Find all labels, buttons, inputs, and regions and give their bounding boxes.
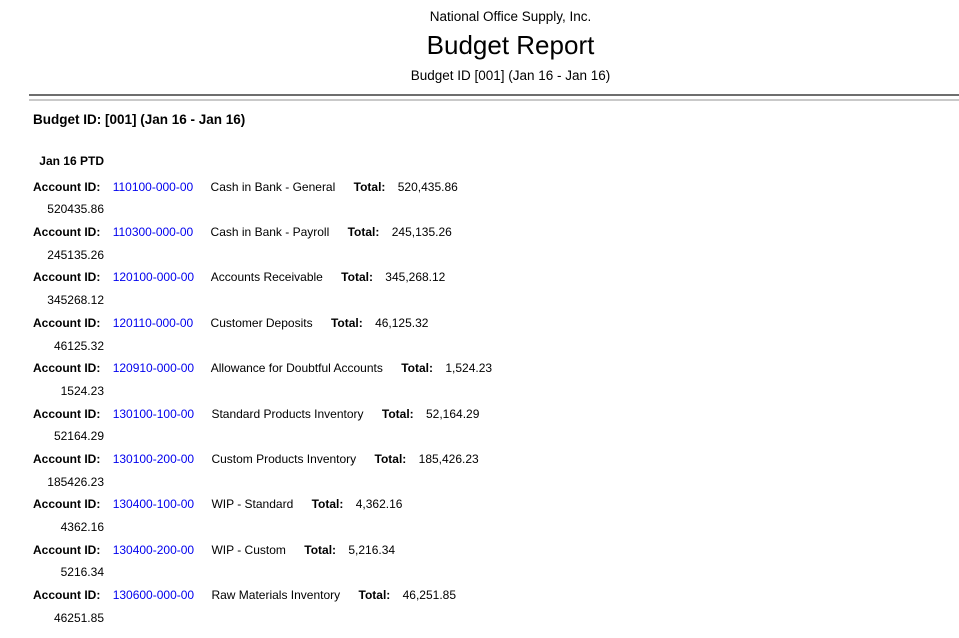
budget-report-page: National Office Supply, Inc. Budget Repo…: [0, 9, 959, 638]
account-block: Account ID: 110300-000-00 Cash in Bank -…: [33, 225, 959, 262]
account-total: 245,135.26: [392, 225, 452, 239]
account-line: Account ID: 120110-000-00 Customer Depos…: [33, 316, 959, 330]
account-block: Account ID: 120110-000-00 Customer Depos…: [33, 316, 959, 353]
account-name: WIP - Custom: [211, 543, 285, 557]
account-block: Account ID: 120910-000-00 Allowance for …: [33, 361, 959, 398]
account-name: WIP - Standard: [211, 497, 293, 511]
account-id-link[interactable]: 110100-000-00: [113, 180, 194, 194]
account-id-link[interactable]: 120910-000-00: [113, 361, 194, 375]
account-name: Allowance for Doubtful Accounts: [211, 361, 383, 375]
account-id-label: Account ID:: [33, 180, 100, 194]
account-block: Account ID: 110100-000-00 Cash in Bank -…: [33, 180, 959, 217]
account-total: 5,216.34: [348, 543, 395, 557]
account-id-label: Account ID:: [33, 316, 100, 330]
total-label: Total:: [348, 225, 380, 239]
ptd-value: 185426.23: [33, 475, 104, 489]
report-header: National Office Supply, Inc. Budget Repo…: [0, 9, 959, 84]
account-name: Accounts Receivable: [211, 270, 323, 284]
account-line: Account ID: 130400-200-00 WIP - Custom T…: [33, 543, 959, 557]
account-line: Account ID: 120100-000-00 Accounts Recei…: [33, 270, 959, 284]
account-id-label: Account ID:: [33, 225, 100, 239]
account-total: 46,125.32: [375, 316, 428, 330]
ptd-value: 1524.23: [33, 384, 104, 398]
account-id-label: Account ID:: [33, 452, 100, 466]
total-label: Total:: [312, 497, 344, 511]
account-block: Account ID: 130400-100-00 WIP - Standard…: [33, 497, 959, 534]
account-id-label: Account ID:: [33, 407, 100, 421]
account-line: Account ID: 130100-100-00 Standard Produ…: [33, 407, 959, 421]
total-label: Total:: [331, 316, 363, 330]
account-line: Account ID: 110100-000-00 Cash in Bank -…: [33, 180, 959, 194]
account-id-label: Account ID:: [33, 497, 100, 511]
total-label: Total:: [359, 588, 391, 602]
account-id-label: Account ID:: [33, 361, 100, 375]
account-id-link[interactable]: 120110-000-00: [113, 316, 194, 330]
account-block: Account ID: 130100-200-00 Custom Product…: [33, 452, 959, 489]
ptd-value: 345268.12: [33, 293, 104, 307]
column-header-jan16-ptd: Jan 16 PTD: [33, 154, 104, 168]
account-id-link[interactable]: 110300-000-00: [113, 225, 194, 239]
account-block: Account ID: 130600-000-00 Raw Materials …: [33, 588, 959, 625]
account-block: Account ID: 120100-000-00 Accounts Recei…: [33, 270, 959, 307]
total-label: Total:: [341, 270, 373, 284]
account-id-label: Account ID:: [33, 588, 100, 602]
section-heading: Budget ID: [001] (Jan 16 - Jan 16): [33, 112, 959, 128]
total-label: Total:: [304, 543, 336, 557]
ptd-value: 52164.29: [33, 429, 104, 443]
ptd-value: 4362.16: [33, 520, 104, 534]
account-id-link[interactable]: 130400-200-00: [113, 543, 194, 557]
header-divider: [29, 94, 959, 101]
total-label: Total:: [382, 407, 414, 421]
account-name: Cash in Bank - Payroll: [211, 225, 330, 239]
account-list: Account ID: 110100-000-00 Cash in Bank -…: [33, 180, 959, 625]
account-name: Custom Products Inventory: [211, 452, 356, 466]
ptd-value: 46251.85: [33, 611, 104, 625]
divider-light-line: [29, 99, 959, 101]
account-line: Account ID: 130100-200-00 Custom Product…: [33, 452, 959, 466]
account-id-label: Account ID:: [33, 543, 100, 557]
ptd-value: 5216.34: [33, 565, 104, 579]
total-label: Total:: [354, 180, 386, 194]
ptd-value: 520435.86: [33, 202, 104, 216]
account-total: 345,268.12: [385, 270, 445, 284]
report-body: Budget ID: [001] (Jan 16 - Jan 16) Jan 1…: [33, 112, 959, 625]
account-block: Account ID: 130400-200-00 WIP - Custom T…: [33, 543, 959, 580]
account-total: 185,426.23: [419, 452, 479, 466]
ptd-value: 46125.32: [33, 339, 104, 353]
account-name: Raw Materials Inventory: [211, 588, 340, 602]
account-name: Cash in Bank - General: [211, 180, 336, 194]
account-id-link[interactable]: 120100-000-00: [113, 270, 194, 284]
total-label: Total:: [401, 361, 433, 375]
page-title: Budget Report: [62, 32, 959, 59]
total-label: Total:: [375, 452, 407, 466]
account-line: Account ID: 130600-000-00 Raw Materials …: [33, 588, 959, 602]
account-name: Standard Products Inventory: [211, 407, 363, 421]
account-line: Account ID: 130400-100-00 WIP - Standard…: [33, 497, 959, 511]
account-line: Account ID: 120910-000-00 Allowance for …: [33, 361, 959, 375]
report-subtitle: Budget ID [001] (Jan 16 - Jan 16): [62, 68, 959, 84]
account-id-label: Account ID:: [33, 270, 100, 284]
account-block: Account ID: 130100-100-00 Standard Produ…: [33, 407, 959, 444]
account-line: Account ID: 110300-000-00 Cash in Bank -…: [33, 225, 959, 239]
account-total: 46,251.85: [403, 588, 456, 602]
account-total: 4,362.16: [356, 497, 403, 511]
account-id-link[interactable]: 130100-100-00: [113, 407, 194, 421]
account-id-link[interactable]: 130600-000-00: [113, 588, 194, 602]
ptd-value: 245135.26: [33, 248, 104, 262]
account-id-link[interactable]: 130400-100-00: [113, 497, 194, 511]
account-total: 520,435.86: [398, 180, 458, 194]
account-total: 1,524.23: [445, 361, 492, 375]
company-name: National Office Supply, Inc.: [62, 9, 959, 25]
account-id-link[interactable]: 130100-200-00: [113, 452, 194, 466]
account-total: 52,164.29: [426, 407, 479, 421]
account-name: Customer Deposits: [211, 316, 313, 330]
